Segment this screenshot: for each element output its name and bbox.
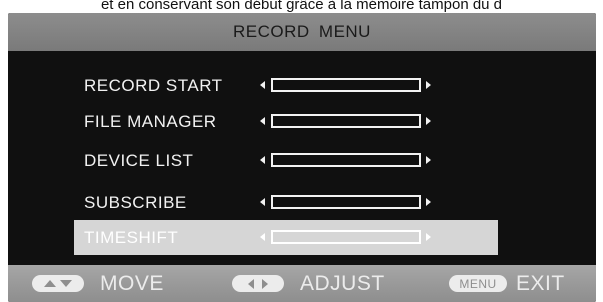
left-right-keys-icon	[232, 275, 284, 292]
exit-hint-label: EXIT	[516, 272, 565, 295]
value-bar	[271, 78, 421, 92]
value-bar	[271, 195, 421, 209]
menu-key-label: MENU	[459, 276, 497, 291]
up-down-keys-icon	[32, 275, 84, 292]
value-bar	[271, 153, 421, 167]
left-arrow-icon	[248, 278, 254, 289]
menu-item-label: FILE MANAGER	[84, 112, 217, 131]
menu-item-label: DEVICE LIST	[84, 151, 194, 170]
value-bar	[271, 114, 421, 128]
record-menu-panel: RECORD MENU RECORD START FILE MANAGER DE…	[8, 13, 596, 302]
menu-item-file-manager[interactable]: FILE MANAGER	[74, 105, 498, 138]
right-arrow-icon	[262, 278, 268, 289]
screenshot: et en conservant son début grâce à la mé…	[0, 0, 603, 302]
arrow-right-icon[interactable]	[426, 233, 431, 241]
menu-item-device-list[interactable]: DEVICE LIST	[74, 144, 498, 177]
arrow-right-icon[interactable]	[426, 156, 431, 164]
menu-item-subscribe[interactable]: SUBSCRIBE	[74, 186, 498, 219]
adjust-hint-label: ADJUST	[300, 272, 385, 295]
menu-item-label: RECORD START	[84, 76, 223, 95]
menu-title: RECORD MENU	[233, 22, 371, 41]
page-caption-text: et en conservant son début grâce à la mé…	[100, 0, 503, 13]
arrow-left-icon[interactable]	[260, 198, 265, 206]
down-arrow-icon	[60, 280, 72, 287]
arrow-right-icon[interactable]	[426, 81, 431, 89]
menu-item-label: TIMESHIFT	[84, 228, 179, 247]
menu-item-record-start[interactable]: RECORD START	[74, 69, 498, 102]
value-bar	[271, 230, 421, 244]
move-hint-label: MOVE	[100, 272, 164, 295]
menu-title-bar: RECORD MENU	[8, 13, 596, 51]
arrow-right-icon[interactable]	[426, 117, 431, 125]
arrow-left-icon[interactable]	[260, 156, 265, 164]
footer-hint-bar: MOVE ADJUST MENU EXIT	[8, 265, 596, 302]
arrow-left-icon[interactable]	[260, 117, 265, 125]
up-arrow-icon	[44, 280, 56, 287]
arrow-right-icon[interactable]	[426, 198, 431, 206]
menu-item-timeshift[interactable]: TIMESHIFT	[74, 220, 498, 255]
arrow-left-icon[interactable]	[260, 81, 265, 89]
menu-item-label: SUBSCRIBE	[84, 193, 187, 212]
arrow-left-icon[interactable]	[260, 233, 265, 241]
menu-key-icon: MENU	[449, 275, 507, 292]
